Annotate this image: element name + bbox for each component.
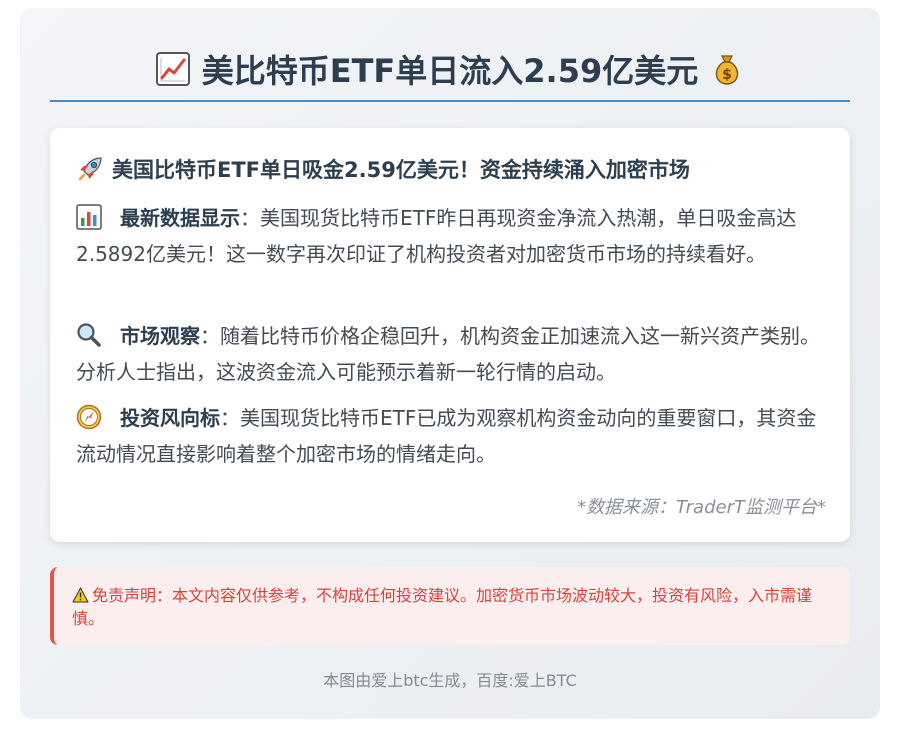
rocket-icon <box>76 155 104 183</box>
compass-icon <box>76 404 102 430</box>
warning-icon <box>72 586 89 603</box>
footer-credit: 本图由爱上btc生成，百度:爱上BTC <box>323 671 577 690</box>
card-heading: 美国比特币ETF单日吸金2.59亿美元！资金持续涌入加密市场 <box>76 154 836 184</box>
disclaimer-box: 免责声明：本文内容仅供参考，不构成任何投资建议。加密货币市场波动较大，投资有风险… <box>50 567 850 645</box>
page-title: 美比特币ETF单日流入2.59亿美元 <box>201 52 699 90</box>
paragraph-label: 市场观察 <box>120 324 200 348</box>
data-source-note: *数据来源：TraderT监测平台* <box>577 497 826 518</box>
report-panel: 美比特币ETF单日流入2.59亿美元 $ 美国比特币ETF单日吸金2.59亿美元… <box>20 8 880 719</box>
disclaimer: 免责声明：本文内容仅供参考，不构成任何投资建议。加密货币市场波动较大，投资有风险… <box>72 584 812 630</box>
magnifier-icon <box>76 322 102 348</box>
disclaimer-text: 免责声明：本文内容仅供参考，不构成任何投资建议。加密货币市场波动较大，投资有风险… <box>72 586 813 628</box>
svg-text:$: $ <box>722 67 732 83</box>
news-card: 美国比特币ETF单日吸金2.59亿美元！资金持续涌入加密市场 最新数据显示：美国… <box>50 128 850 542</box>
paragraph-label: 最新数据显示 <box>120 206 240 230</box>
chart-increasing-icon <box>155 52 190 86</box>
paragraph-label: 投资风向标 <box>120 406 220 430</box>
paragraph-latest-data: 最新数据显示：美国现货比特币ETF昨日再现资金净流入热潮，单日吸金高达2.589… <box>76 200 828 272</box>
bar-chart-icon <box>76 204 102 230</box>
paragraph-market-watch: 市场观察：随着比特币价格企稳回升，机构资金正加速流入这一新兴资产类别。分析人士指… <box>76 318 828 390</box>
paragraph-investment-indicator: 投资风向标：美国现货比特币ETF已成为观察机构资金动向的重要窗口，其资金流动情况… <box>76 400 828 472</box>
card-heading-text: 美国比特币ETF单日吸金2.59亿美元！资金持续涌入加密市场 <box>112 158 690 182</box>
title-divider <box>50 100 850 102</box>
money-bag-icon: $ <box>710 52 744 86</box>
title-row: 美比特币ETF单日流入2.59亿美元 $ <box>50 38 850 100</box>
